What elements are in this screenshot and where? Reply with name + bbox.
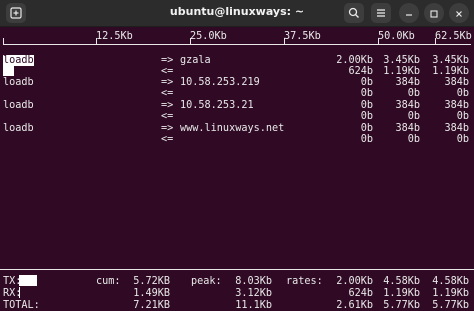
local-host: loadb: [3, 77, 34, 88]
tx-cum: 5.72KB: [133, 276, 170, 287]
tx-peak: 8.03Kb: [235, 276, 272, 287]
rates-label: rates:: [286, 276, 323, 287]
total-rate-2s: 2.61Kb: [336, 300, 373, 311]
close-button[interactable]: [449, 3, 469, 23]
search-button[interactable]: [344, 3, 364, 23]
scale-tick: [3, 38, 4, 45]
scale-tick-label: 25.0Kb: [190, 31, 227, 42]
scale-tick-label: 50.0Kb: [378, 31, 415, 42]
local-host: loadb: [3, 123, 34, 134]
rate-10s: 384b: [395, 100, 420, 111]
scale-tick: [284, 38, 285, 45]
in-arrow: <=: [161, 111, 174, 122]
remote-host: www.linuxways.net: [180, 123, 285, 134]
rx-peak: 3.12Kb: [235, 288, 272, 299]
peak-label: peak:: [191, 276, 222, 287]
cum-label: cum:: [96, 276, 121, 287]
window-titlebar: ubuntu@linuxways: ~: [0, 0, 474, 27]
rate-40s: 1.19Kb: [432, 66, 469, 77]
local-host: loadb: [3, 55, 34, 66]
remote-host: gzala: [180, 55, 211, 66]
total-cum: 7.21KB: [133, 300, 170, 311]
rx-bar: [19, 287, 20, 298]
rx-rate-40s: 1.19Kb: [432, 288, 469, 299]
out-arrow: =>: [161, 77, 174, 88]
rate-2s: 0b: [360, 88, 373, 99]
rate-40s: 384b: [444, 77, 469, 88]
maximize-button[interactable]: [424, 3, 444, 23]
maximize-icon: [429, 4, 439, 23]
total-label: TOTAL:: [3, 300, 40, 311]
scale-tick: [96, 38, 97, 45]
search-icon: [348, 4, 360, 23]
in-arrow: <=: [161, 134, 174, 145]
rate-40s: 384b: [444, 123, 469, 134]
rate-2s: 0b: [360, 111, 373, 122]
out-arrow: =>: [161, 123, 174, 134]
rate-10s: 384b: [395, 123, 420, 134]
total-peak: 11.1Kb: [235, 300, 272, 311]
tx-rate-40s: 4.58Kb: [432, 276, 469, 287]
remote-host: 10.58.253.21: [180, 100, 254, 111]
rate-10s: 0b: [407, 134, 420, 145]
rate-2s: 0b: [360, 134, 373, 145]
rate-40s: 3.45Kb: [432, 55, 469, 66]
rate-2s: 0b: [360, 123, 373, 134]
totals-separator: [0, 269, 474, 270]
rx-rate-10s: 1.19Kb: [383, 288, 420, 299]
remote-host: 10.58.253.219: [180, 77, 260, 88]
rx-cum: 1.49KB: [133, 288, 170, 299]
out-arrow: =>: [161, 100, 174, 111]
hamburger-menu-icon: [375, 4, 387, 23]
total-rate-40s: 5.77Kb: [432, 300, 469, 311]
local-host: loadb: [3, 100, 34, 111]
rate-2s: 2.00Kb: [336, 55, 373, 66]
traffic-bar: [3, 66, 14, 76]
scale-tick-label: 62.5Kb: [435, 31, 472, 42]
tx-rate-10s: 4.58Kb: [383, 276, 420, 287]
rate-2s: 624b: [348, 66, 373, 77]
rate-2s: 0b: [360, 77, 373, 88]
rate-40s: 0b: [456, 88, 469, 99]
in-arrow: <=: [161, 88, 174, 99]
menu-button[interactable]: [371, 3, 391, 23]
minimize-button[interactable]: [399, 3, 419, 23]
tx-bar: [19, 275, 37, 286]
scale-tick: [378, 38, 379, 45]
rate-40s: 384b: [444, 100, 469, 111]
rate-40s: 0b: [456, 134, 469, 145]
in-arrow: <=: [161, 66, 174, 77]
rate-10s: 3.45Kb: [383, 55, 420, 66]
scale-tick: [190, 38, 191, 45]
scale-tick-label: 37.5Kb: [284, 31, 321, 42]
rate-10s: 384b: [395, 77, 420, 88]
scale-tick-label: 12.5Kb: [96, 31, 133, 42]
rate-10s: 1.19Kb: [383, 66, 420, 77]
rx-rate-2s: 624b: [348, 288, 373, 299]
rate-40s: 0b: [456, 111, 469, 122]
scale-axis: [3, 44, 471, 45]
tx-rate-2s: 2.00Kb: [336, 276, 373, 287]
rate-10s: 0b: [407, 111, 420, 122]
scale-tick: [435, 38, 436, 45]
total-rate-10s: 5.77Kb: [383, 300, 420, 311]
minimize-icon: [404, 4, 414, 23]
rate-10s: 0b: [407, 88, 420, 99]
rate-2s: 0b: [360, 100, 373, 111]
close-icon: [454, 4, 464, 23]
out-arrow: =>: [161, 55, 174, 66]
